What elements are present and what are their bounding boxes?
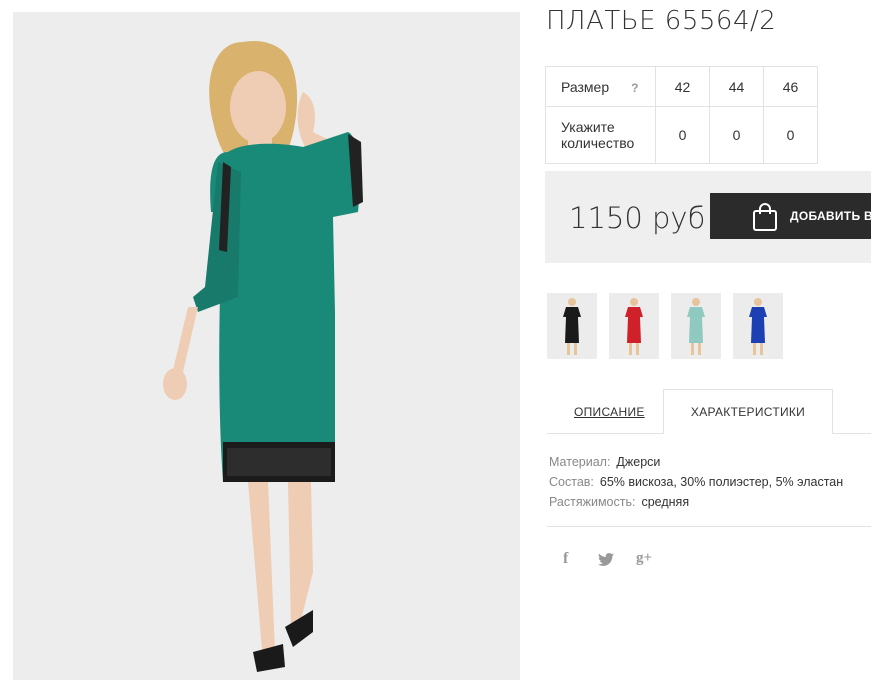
characteristic-row: Состав: 65% вискоза, 30% полиэстер, 5% эл… [549,472,843,492]
product-photo[interactable] [13,12,520,680]
characteristic-row: Материал: Джерси [549,452,843,472]
add-to-cart-label: ДОБАВИТЬ В [790,209,871,223]
twitter-icon[interactable] [598,553,614,566]
tab-description[interactable]: ОПИСАНИЕ [574,405,645,419]
characteristic-value: Джерси [616,455,661,469]
facebook-icon[interactable]: f [563,550,568,568]
characteristic-key: Материал: [549,455,611,469]
quantity-input-44[interactable]: 0 [709,106,764,164]
product-title: ПЛАТЬЕ 65564/2 [546,6,777,36]
characteristics-list: Материал: Джерси Состав: 65% вискоза, 30% … [549,452,843,512]
characteristic-row: Растяжимость: средняя [549,492,843,512]
tabs: ОПИСАНИЕ ХАРАКТЕРИСТИКИ [547,389,871,434]
size-table: Размер? 42 44 46 Укажите количество 0 0 … [545,66,818,164]
characteristic-key: Растяжимость: [549,495,636,509]
tab-characteristics[interactable]: ХАРАКТЕРИСТИКИ [663,389,833,434]
characteristic-value: средняя [641,495,690,509]
color-thumbnail-red[interactable] [609,293,659,359]
google-plus-icon[interactable]: g+ [636,550,652,567]
dress-thumbnail-icon [547,293,597,359]
divider [547,526,871,527]
add-to-cart-button[interactable]: ДОБАВИТЬ В [710,193,871,239]
quantity-label: Укажите количество [545,106,656,164]
price: 1150 руб [569,201,706,235]
size-42: 42 [655,66,710,107]
characteristic-key: Состав: [549,475,594,489]
characteristic-value: 65% вискоза, 30% полиэстер, 5% эластан [599,475,844,489]
help-icon[interactable]: ? [631,81,638,95]
color-thumbnail-mint[interactable] [671,293,721,359]
shopping-bag-icon [753,203,777,231]
size-label: Размер [561,78,610,95]
dress-thumbnail-icon [609,293,659,359]
dress-photo-illustration [13,12,520,680]
price-box: 1150 руб ДОБАВИТЬ В [545,171,871,263]
size-46: 46 [763,66,818,107]
quantity-input-42[interactable]: 0 [655,106,710,164]
size-44: 44 [709,66,764,107]
dress-thumbnail-icon [671,293,721,359]
color-thumbnail-black[interactable] [547,293,597,359]
size-label-cell: Размер? [545,66,656,107]
quantity-input-46[interactable]: 0 [763,106,818,164]
color-thumbnail-blue[interactable] [733,293,783,359]
dress-thumbnail-icon [733,293,783,359]
